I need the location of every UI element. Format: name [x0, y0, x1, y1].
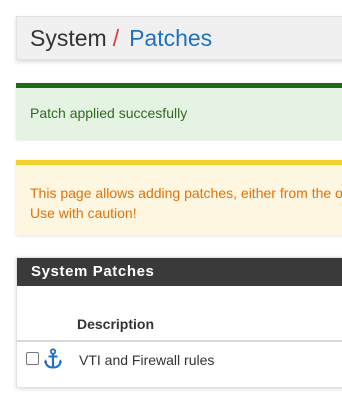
success-alert-text: Patch applied succesfully	[30, 105, 188, 121]
breadcrumb: System / Patches	[16, 16, 342, 60]
system-patches-panel: System Patches Description VTI and Firew…	[16, 257, 342, 388]
breadcrumb-system[interactable]: System	[30, 25, 107, 52]
success-alert: Patch applied succesfully	[16, 83, 342, 139]
breadcrumb-patches[interactable]: Patches	[129, 25, 212, 52]
panel-title: System Patches	[17, 258, 342, 286]
row-description: VTI and Firewall rules	[79, 352, 215, 368]
description-column-header: Description	[77, 316, 155, 332]
warning-alert: This page allows adding patches, either …	[16, 160, 342, 235]
breadcrumb-separator: /	[112, 24, 120, 51]
table-row: VTI and Firewall rules	[17, 342, 342, 378]
row-checkbox[interactable]	[26, 352, 39, 365]
warning-alert-text-line2: Use with caution!	[30, 205, 137, 221]
anchor-icon[interactable]	[43, 348, 63, 370]
warning-alert-text-line1: This page allows adding patches, either …	[30, 185, 342, 201]
